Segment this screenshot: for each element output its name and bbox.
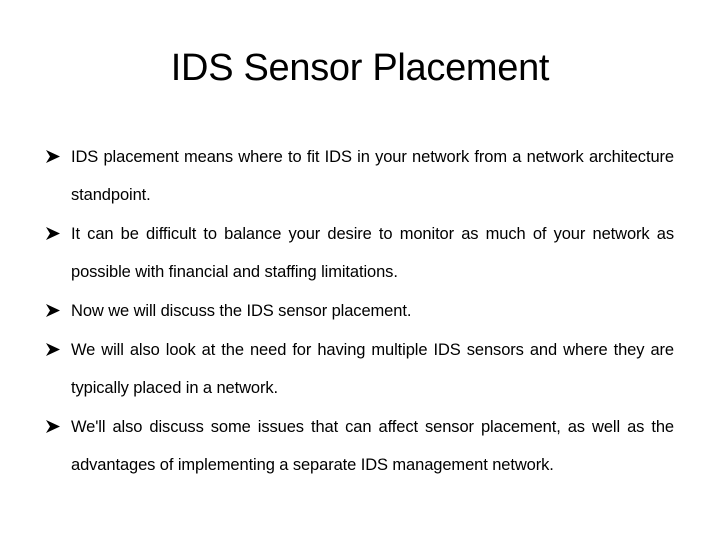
bullet-text: It can be difficult to balance your desi… [71,225,674,281]
bullet-text: We'll also discuss some issues that can … [71,418,674,474]
bullet-text: We will also look at the need for having… [71,341,674,397]
bullet-item: We will also look at the need for having… [46,331,674,407]
arrowhead-bullet-icon [46,343,60,356]
slide-title: IDS Sensor Placement [170,47,550,89]
slide: IDS Sensor Placement IDS placement means… [0,0,720,540]
bullet-item: It can be difficult to balance your desi… [46,215,674,291]
bullet-text: IDS placement means where to fit IDS in … [71,148,674,204]
arrowhead-bullet-icon [46,420,60,433]
bullet-item: IDS placement means where to fit IDS in … [46,138,674,214]
arrowhead-bullet-icon [46,304,60,317]
bullet-list: IDS placement means where to fit IDS in … [46,138,674,484]
bullet-item: We'll also discuss some issues that can … [46,408,674,484]
bullet-text: Now we will discuss the IDS sensor place… [71,302,412,320]
bullet-item: Now we will discuss the IDS sensor place… [46,292,674,330]
arrowhead-bullet-icon [46,150,60,163]
arrowhead-bullet-icon [46,227,60,240]
